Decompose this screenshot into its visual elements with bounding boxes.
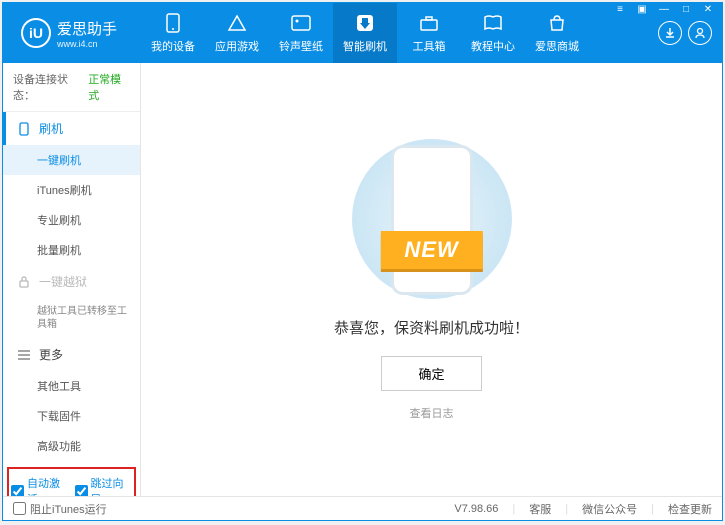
top-nav: 我的设备 应用游戏 铃声壁纸 智能刷机 工具箱 教程中心 <box>141 3 658 63</box>
store-icon <box>546 12 568 34</box>
nav-label: 工具箱 <box>413 38 446 54</box>
app-url: www.i4.cn <box>57 39 117 49</box>
main-content: NEW 恭喜您，保资料刷机成功啦！ 确定 查看日志 <box>141 63 722 496</box>
sidebar-head-more[interactable]: 更多 <box>3 338 140 371</box>
nav-label: 应用游戏 <box>215 38 259 54</box>
device-status: 设备连接状态： 正常模式 <box>3 63 140 112</box>
nav-ringtones[interactable]: 铃声壁纸 <box>269 3 333 63</box>
nav-apps[interactable]: 应用游戏 <box>205 3 269 63</box>
sidebar-jailbreak-hint: 越狱工具已转移至工具箱 <box>3 298 140 338</box>
status-value: 正常模式 <box>88 71 130 103</box>
sidebar: 设备连接状态： 正常模式 刷机 一键刷机 iTunes刷机 专业刷机 批量刷机 <box>3 63 141 496</box>
nav-toolbox[interactable]: 工具箱 <box>397 3 461 63</box>
wallpaper-icon <box>290 12 312 34</box>
sidebar-head-jailbreak[interactable]: 一键越狱 <box>3 265 140 298</box>
menu-icon[interactable]: ≡ <box>611 2 629 16</box>
sidebar-item-itunes-flash[interactable]: iTunes刷机 <box>3 175 140 205</box>
book-icon <box>482 12 504 34</box>
nav-label: 我的设备 <box>151 38 195 54</box>
checkbox-input[interactable] <box>75 485 88 497</box>
logo[interactable]: iU 爱思助手 www.i4.cn <box>3 18 141 49</box>
nav-label: 智能刷机 <box>343 38 387 54</box>
footer-link-update[interactable]: 检查更新 <box>668 501 712 517</box>
lock-icon <box>17 275 31 289</box>
nav-my-device[interactable]: 我的设备 <box>141 3 205 63</box>
nav-label: 教程中心 <box>471 38 515 54</box>
checkbox-label: 阻止iTunes运行 <box>30 501 107 517</box>
new-ribbon: NEW <box>380 231 482 269</box>
phone-small-icon <box>17 122 31 136</box>
checkbox-input[interactable] <box>11 485 24 497</box>
sidebar-head-flash[interactable]: 刷机 <box>3 112 140 145</box>
sidebar-item-advanced[interactable]: 高级功能 <box>3 431 140 461</box>
sidebar-item-other-tools[interactable]: 其他工具 <box>3 371 140 401</box>
more-icon <box>17 348 31 362</box>
sidebar-head-label: 刷机 <box>39 120 63 137</box>
nav-tutorials[interactable]: 教程中心 <box>461 3 525 63</box>
checkbox-label: 自动激活 <box>27 475 69 496</box>
highlighted-options: 自动激活 跳过向导 <box>7 467 136 496</box>
apps-icon <box>226 12 248 34</box>
sidebar-item-batch-flash[interactable]: 批量刷机 <box>3 235 140 265</box>
success-illustration: NEW <box>314 139 549 299</box>
window-controls: ≡ ▣ — □ ✕ <box>611 2 717 16</box>
sidebar-head-label: 一键越狱 <box>39 273 87 290</box>
nav-label: 铃声壁纸 <box>279 38 323 54</box>
sidebar-item-pro-flash[interactable]: 专业刷机 <box>3 205 140 235</box>
footer-link-support[interactable]: 客服 <box>529 501 551 517</box>
ok-button[interactable]: 确定 <box>381 356 481 391</box>
footer-link-wechat[interactable]: 微信公众号 <box>582 501 637 517</box>
toolbox-icon <box>418 12 440 34</box>
skin-icon[interactable]: ▣ <box>633 2 651 16</box>
nav-smart-flash[interactable]: 智能刷机 <box>333 3 397 63</box>
checkbox-skip-guide[interactable]: 跳过向导 <box>75 475 133 496</box>
phone-icon <box>162 12 184 34</box>
nav-label: 爱思商城 <box>535 38 579 54</box>
close-icon[interactable]: ✕ <box>699 2 717 16</box>
maximize-icon[interactable]: □ <box>677 2 695 16</box>
success-message: 恭喜您，保资料刷机成功啦！ <box>334 317 529 338</box>
download-button[interactable] <box>658 21 682 45</box>
app-window: ≡ ▣ — □ ✕ iU 爱思助手 www.i4.cn 我的设备 应用游戏 铃声 <box>2 2 723 521</box>
checkbox-label: 跳过向导 <box>91 475 133 496</box>
sidebar-head-label: 更多 <box>39 346 63 363</box>
app-title: 爱思助手 <box>57 18 117 39</box>
body: 设备连接状态： 正常模式 刷机 一键刷机 iTunes刷机 专业刷机 批量刷机 <box>3 63 722 496</box>
version-label: V7.98.66 <box>454 503 498 515</box>
sidebar-item-oneclick-flash[interactable]: 一键刷机 <box>3 145 140 175</box>
checkbox-auto-activate[interactable]: 自动激活 <box>11 475 69 496</box>
status-label: 设备连接状态： <box>13 71 86 103</box>
minimize-icon[interactable]: — <box>655 2 673 16</box>
view-log-link[interactable]: 查看日志 <box>410 405 454 421</box>
sidebar-item-download-firmware[interactable]: 下载固件 <box>3 401 140 431</box>
titlebar-actions <box>658 21 722 45</box>
logo-icon: iU <box>21 18 51 48</box>
footer: 阻止iTunes运行 V7.98.66 | 客服 | 微信公众号 | 检查更新 <box>3 496 722 520</box>
checkbox-input[interactable] <box>13 502 26 515</box>
user-button[interactable] <box>688 21 712 45</box>
checkbox-block-itunes[interactable]: 阻止iTunes运行 <box>13 501 107 517</box>
flash-icon <box>354 12 376 34</box>
nav-store[interactable]: 爱思商城 <box>525 3 589 63</box>
